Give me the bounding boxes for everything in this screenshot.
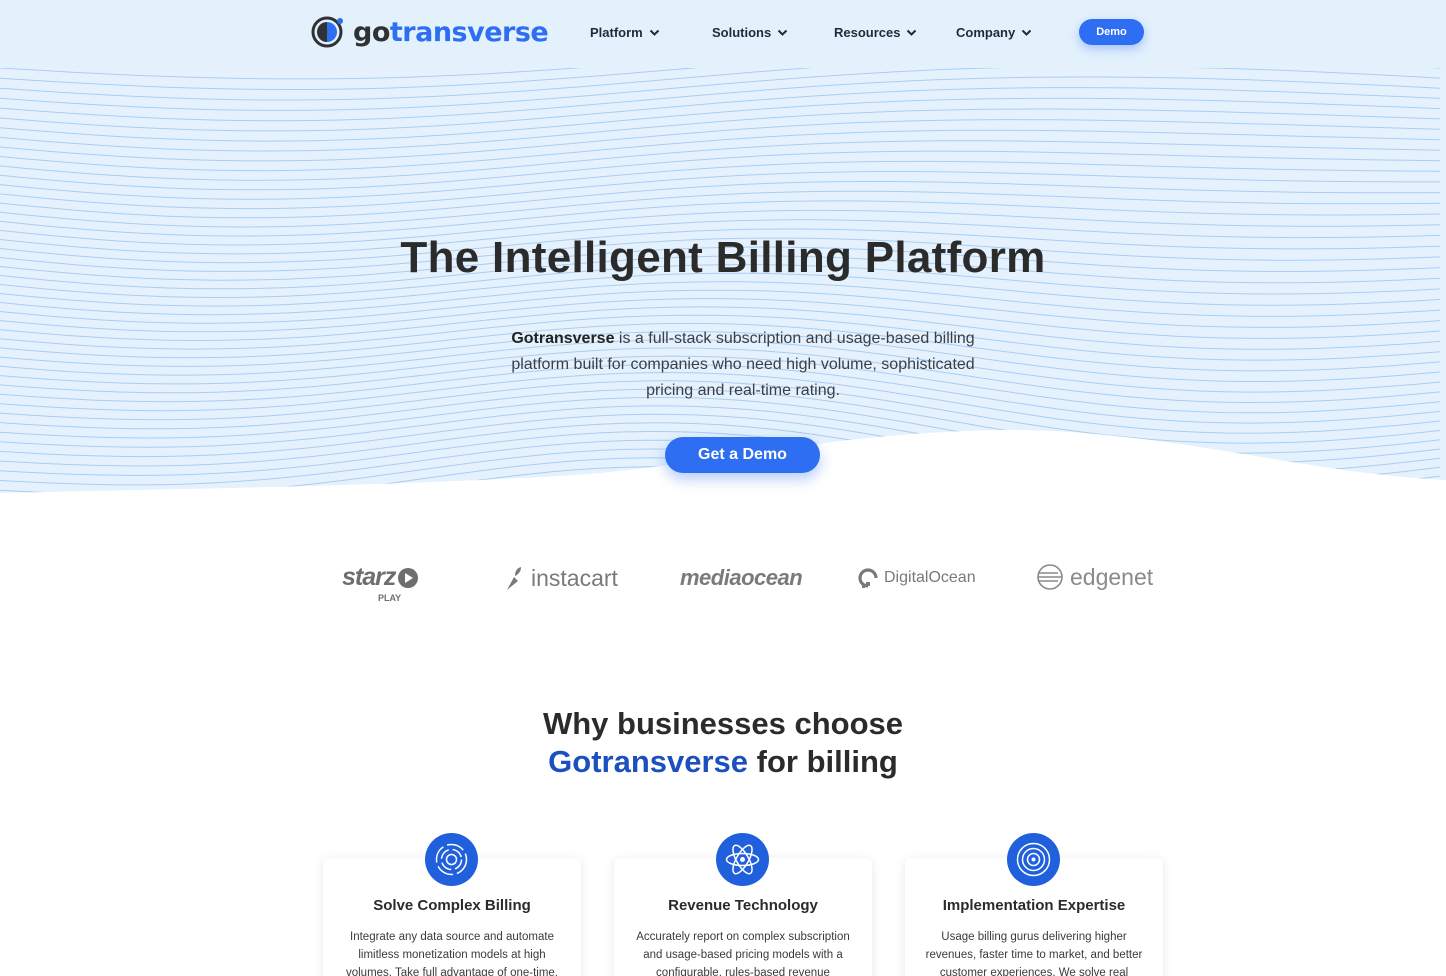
digitalocean-icon (858, 568, 878, 588)
chevron-down-icon (907, 29, 917, 36)
starz-logo-text: starz (342, 563, 396, 591)
page: gotransverse Platform Solutions Resource… (0, 0, 1446, 976)
starz-logo-sub: PLAY (378, 593, 402, 603)
edgenet-logo-text: edgenet (1070, 563, 1154, 590)
site-header: gotransverse Platform Solutions Resource… (0, 0, 1446, 68)
hero-section: The Intelligent Billing Platform Gotrans… (0, 68, 1446, 508)
nav-platform-label: Platform (590, 24, 643, 40)
why-heading-line2: Gotransverse for billing (0, 743, 1446, 781)
hero-description-brand: Gotransverse (511, 330, 615, 347)
mediaocean-logo-text: mediaocean (680, 565, 803, 590)
customer-logos: starz PLAY instacart mediaocean DigitalO… (0, 555, 1446, 605)
starz-play-logo: starz PLAY (342, 563, 419, 603)
card-text: Usage billing gurus delivering higher re… (925, 931, 1143, 976)
mediaocean-logo: mediaocean (680, 565, 803, 591)
logo-icon (311, 16, 343, 48)
why-heading: Why businesses choose Gotransverse for b… (0, 705, 1446, 781)
nav-company-label: Company (956, 24, 1016, 40)
chevron-down-icon (649, 29, 659, 36)
target-rings-icon (425, 833, 478, 886)
nav-solutions-label: Solutions (712, 24, 772, 40)
why-heading-brand: Gotransverse (548, 744, 749, 779)
feature-card-implementation: Implementation Expertise Usage billing g… (905, 833, 1163, 976)
chevron-down-icon (778, 29, 788, 36)
carrot-icon (507, 566, 521, 590)
feature-card-revenue: Revenue Technology Accurately report on … (614, 833, 872, 976)
play-icon (398, 567, 419, 588)
hero-description: Gotransverse is a full-stack subscriptio… (503, 326, 983, 404)
instacart-logo-text: instacart (531, 565, 618, 591)
why-heading-line2-rest: for billing (748, 744, 898, 779)
chevron-down-icon (1022, 29, 1032, 36)
demo-button[interactable]: Demo (1079, 19, 1144, 45)
card-text: Integrate any data source and automate l… (345, 931, 559, 976)
card-title: Implementation Expertise (942, 897, 1126, 914)
logo-text: gotransverse (353, 16, 549, 48)
atom-icon (716, 833, 769, 886)
get-demo-button[interactable]: Get a Demo (665, 437, 820, 473)
nav-platform[interactable]: Platform (590, 22, 660, 42)
nav-resources-label: Resources (834, 24, 901, 40)
concentric-circles-icon (1007, 833, 1060, 886)
logo[interactable]: gotransverse (309, 14, 549, 50)
feature-card-billing: Solve Complex Billing Integrate any data… (323, 833, 581, 976)
card-title: Revenue Technology (668, 897, 818, 914)
logo-text-transverse: transverse (389, 16, 549, 48)
why-heading-line1: Why businesses choose (542, 706, 904, 741)
digitalocean-logo: DigitalOcean (857, 567, 976, 589)
nav-solutions[interactable]: Solutions (712, 22, 788, 42)
hero-title: The Intelligent Billing Platform (400, 233, 1046, 282)
nav-company[interactable]: Company (956, 22, 1032, 42)
edgenet-logo: edgenet (1036, 563, 1153, 591)
edgenet-icon (1037, 564, 1063, 590)
instacart-logo: instacart (503, 565, 618, 592)
logo-text-go: go (353, 16, 390, 48)
card-title: Solve Complex Billing (373, 897, 531, 914)
digitalocean-logo-text: DigitalOcean (884, 569, 976, 586)
nav-resources[interactable]: Resources (834, 22, 917, 42)
card-text: Accurately report on complex subscriptio… (636, 931, 850, 976)
